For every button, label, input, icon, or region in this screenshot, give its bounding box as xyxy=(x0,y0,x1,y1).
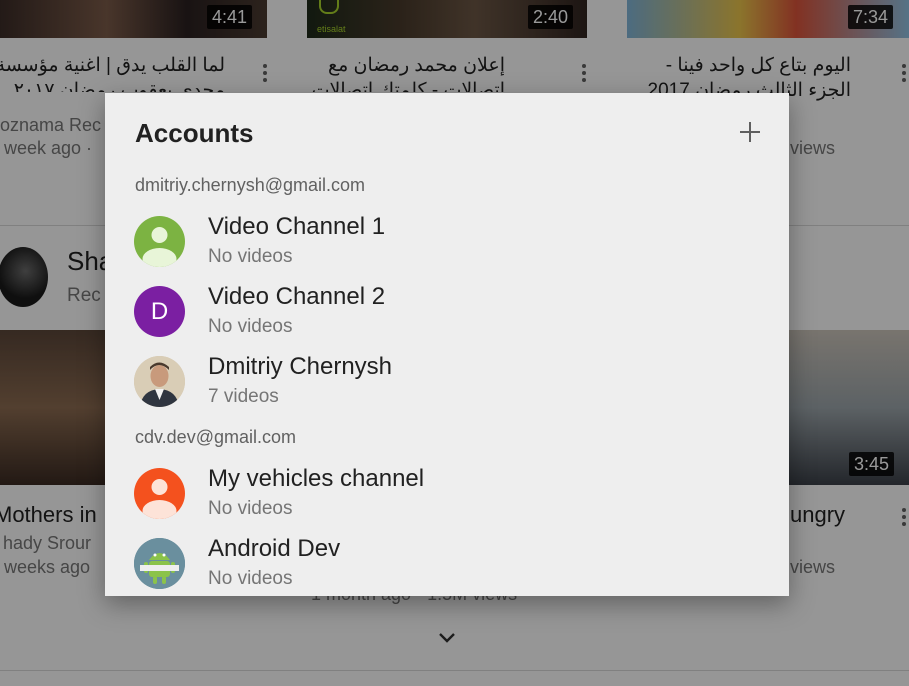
avatar xyxy=(134,356,185,407)
dialog-title: Accounts xyxy=(135,118,254,148)
account-item-video-channel-1[interactable]: Video Channel 1 No videos xyxy=(105,213,789,283)
android-icon xyxy=(134,538,185,589)
account-email: dmitriy.chernysh@gmail.com xyxy=(135,175,365,195)
account-subtitle: 7 videos xyxy=(208,386,279,407)
account-name: Dmitriy Chernysh xyxy=(208,353,393,380)
account-email: cdv.dev@gmail.com xyxy=(135,427,296,447)
account-subtitle: No videos xyxy=(208,246,293,267)
account-item-dmitriy-chernysh[interactable]: Dmitriy Chernysh 7 videos xyxy=(105,353,789,423)
account-name: Android Dev xyxy=(208,535,341,562)
account-name: My vehicles channel xyxy=(208,465,425,492)
account-subtitle: No videos xyxy=(208,498,293,519)
avatar: D xyxy=(134,286,185,337)
account-item-video-channel-2[interactable]: D Video Channel 2 No videos xyxy=(105,283,789,353)
account-name: Video Channel 2 xyxy=(208,283,386,310)
account-name: Video Channel 1 xyxy=(208,213,386,240)
accounts-dialog: Accounts dmitriy.chernysh@gmail.com Vide… xyxy=(105,93,789,596)
account-item-my-vehicles-channel[interactable]: My vehicles channel No videos xyxy=(105,465,789,535)
avatar-letter: D xyxy=(150,297,169,325)
plus-icon[interactable] xyxy=(739,121,761,143)
person-icon xyxy=(134,468,185,519)
account-subtitle: No videos xyxy=(208,568,293,589)
account-subtitle: No videos xyxy=(208,316,293,337)
account-item-android-dev[interactable]: Android Dev No videos xyxy=(105,535,789,596)
person-icon xyxy=(134,216,185,267)
